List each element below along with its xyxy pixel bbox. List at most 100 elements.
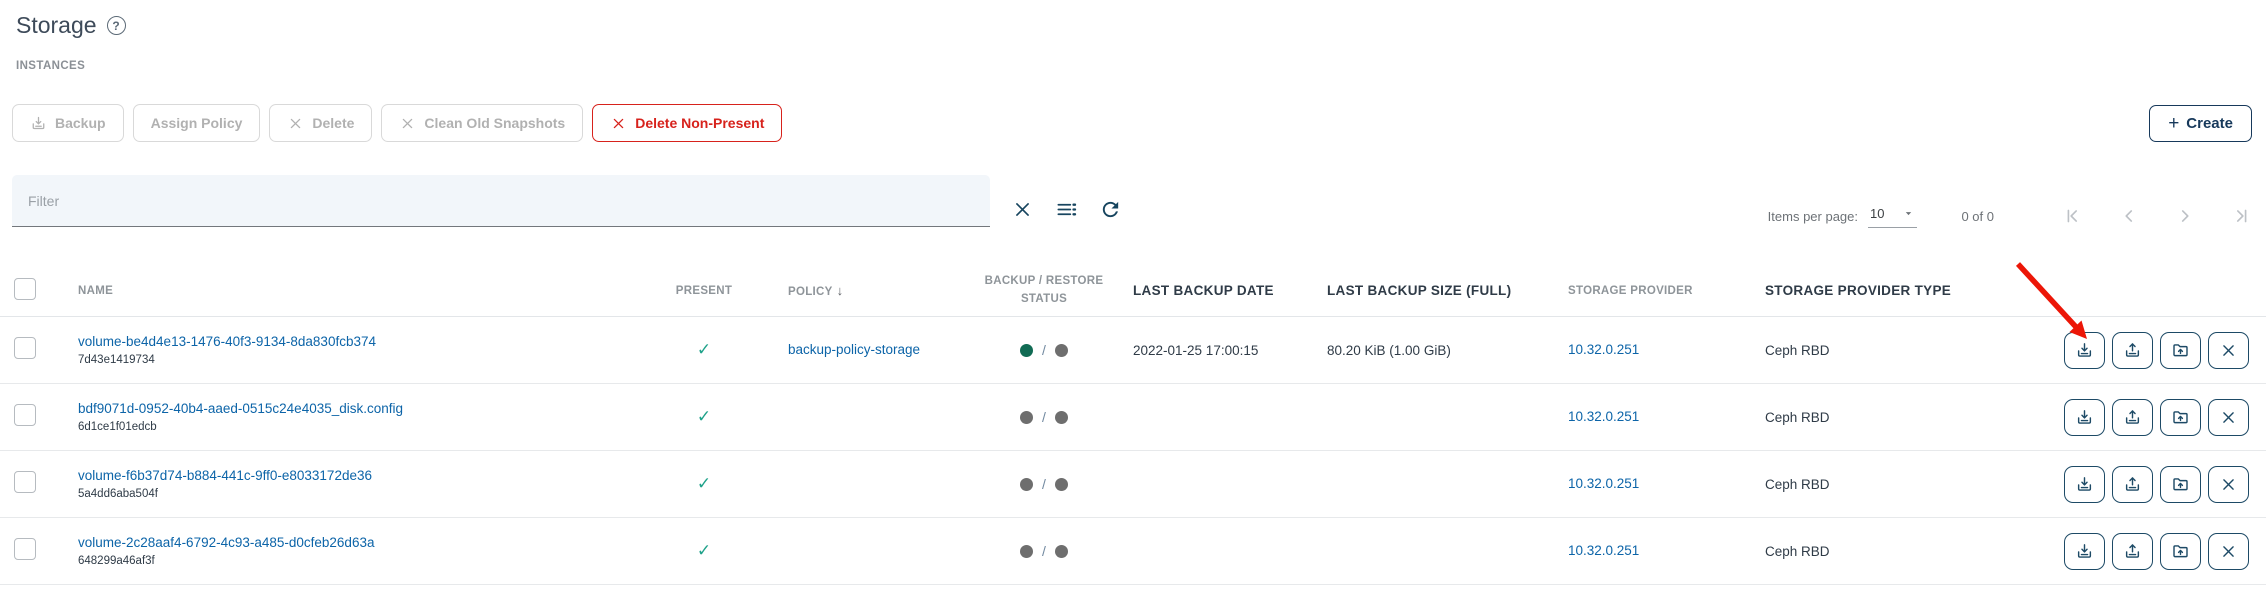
header-status[interactable]: BACKUP / RESTORE STATUS bbox=[969, 273, 1119, 309]
folder-upload-icon bbox=[2171, 341, 2190, 360]
delete-button[interactable] bbox=[2208, 533, 2249, 570]
instances-table: NAME PRESENT POLICY ↓ BACKUP / RESTORE ST… bbox=[0, 265, 2266, 585]
backup-bulk-button[interactable]: Backup bbox=[12, 104, 124, 142]
restore-icon bbox=[2123, 542, 2142, 561]
header-last-backup-size[interactable]: LAST BACKUP SIZE (FULL) bbox=[1314, 283, 1554, 298]
volume-id: 648299a46af3f bbox=[78, 555, 654, 567]
columns-button[interactable] bbox=[1055, 198, 1078, 221]
table-row: bdf9071d-0952-40b4-aaed-0515c24e4035_dis… bbox=[0, 384, 2266, 451]
restore-button[interactable] bbox=[2112, 332, 2153, 369]
filter-input[interactable] bbox=[12, 193, 990, 209]
row-checkbox[interactable] bbox=[14, 404, 36, 426]
sort-desc-icon: ↓ bbox=[837, 283, 844, 298]
header-name[interactable]: NAME bbox=[64, 285, 654, 297]
section-label: INSTANCES bbox=[16, 60, 85, 72]
filter-field bbox=[12, 175, 990, 227]
clear-filter-button[interactable] bbox=[1011, 198, 1034, 221]
restore-from-file-button[interactable] bbox=[2160, 399, 2201, 436]
table-row: volume-f6b37d74-b884-441c-9ff0-e8033172d… bbox=[0, 451, 2266, 518]
page-size-select[interactable]: 10 bbox=[1868, 204, 1917, 228]
backup-icon bbox=[2075, 542, 2094, 561]
restore-button[interactable] bbox=[2112, 466, 2153, 503]
create-button[interactable]: + Create bbox=[2149, 105, 2252, 142]
items-per-page-label: Items per page: bbox=[1768, 209, 1858, 224]
restore-from-file-button[interactable] bbox=[2160, 332, 2201, 369]
assign-policy-button[interactable]: Assign Policy bbox=[133, 104, 261, 142]
header-last-backup-date[interactable]: LAST BACKUP DATE bbox=[1119, 283, 1314, 298]
backup-icon bbox=[30, 115, 47, 132]
restore-from-file-button[interactable] bbox=[2160, 466, 2201, 503]
select-all-checkbox[interactable] bbox=[14, 278, 36, 300]
paginator: Items per page: 10 0 of 0 bbox=[1768, 204, 2252, 228]
first-page-button[interactable] bbox=[2062, 205, 2084, 227]
storage-provider-link[interactable]: 10.32.0.251 bbox=[1568, 342, 1639, 357]
clean-old-snapshots-label: Clean Old Snapshots bbox=[424, 115, 565, 131]
storage-provider-type: Ceph RBD bbox=[1752, 544, 1992, 559]
header-storage-provider-type[interactable]: STORAGE PROVIDER TYPE bbox=[1752, 283, 1992, 298]
header-policy[interactable]: POLICY ↓ bbox=[754, 283, 969, 298]
header-policy-label: POLICY bbox=[788, 286, 833, 298]
backup-status-dot bbox=[1020, 478, 1033, 491]
refresh-button[interactable] bbox=[1099, 198, 1122, 221]
plus-icon: + bbox=[2168, 114, 2179, 133]
volume-name-link[interactable]: volume-f6b37d74-b884-441c-9ff0-e8033172d… bbox=[78, 468, 654, 483]
delete-button[interactable] bbox=[2208, 399, 2249, 436]
backup-status-dot bbox=[1020, 344, 1033, 357]
volume-name-link[interactable]: bdf9071d-0952-40b4-aaed-0515c24e4035_dis… bbox=[78, 401, 654, 416]
next-page-button[interactable] bbox=[2174, 205, 2196, 227]
backup-bulk-label: Backup bbox=[55, 115, 106, 131]
restore-icon bbox=[2123, 475, 2142, 494]
last-page-button[interactable] bbox=[2230, 205, 2252, 227]
last-backup-size: 80.20 KiB (1.00 GiB) bbox=[1314, 343, 1554, 358]
storage-provider-link[interactable]: 10.32.0.251 bbox=[1568, 409, 1639, 424]
last-backup-date: 2022-01-25 17:00:15 bbox=[1119, 343, 1314, 358]
filter-bar bbox=[12, 175, 1122, 227]
restore-button[interactable] bbox=[2112, 533, 2153, 570]
previous-page-button[interactable] bbox=[2118, 205, 2140, 227]
clean-old-snapshots-button[interactable]: Clean Old Snapshots bbox=[381, 104, 583, 142]
help-icon[interactable]: ? bbox=[107, 16, 126, 35]
backup-button[interactable] bbox=[2064, 466, 2105, 503]
x-icon bbox=[2219, 408, 2238, 427]
row-checkbox[interactable] bbox=[14, 337, 36, 359]
backup-status-dot bbox=[1020, 545, 1033, 558]
header-present[interactable]: PRESENT bbox=[654, 285, 754, 297]
backup-button[interactable] bbox=[2064, 332, 2105, 369]
status-separator: / bbox=[1042, 409, 1046, 425]
delete-button[interactable] bbox=[2208, 332, 2249, 369]
policy-link[interactable]: backup-policy-storage bbox=[788, 342, 920, 357]
backup-button[interactable] bbox=[2064, 533, 2105, 570]
volume-name-link[interactable]: volume-2c28aaf4-6792-4c93-a485-d0cfeb26d… bbox=[78, 535, 654, 550]
status-separator: / bbox=[1042, 543, 1046, 559]
volume-id: 7d43e1419734 bbox=[78, 354, 654, 366]
restore-status-dot bbox=[1055, 411, 1068, 424]
row-checkbox[interactable] bbox=[14, 538, 36, 560]
table-row: volume-2c28aaf4-6792-4c93-a485-d0cfeb26d… bbox=[0, 518, 2266, 585]
row-checkbox[interactable] bbox=[14, 471, 36, 493]
page-header: Storage ? bbox=[16, 12, 126, 39]
delete-bulk-button[interactable]: Delete bbox=[269, 104, 372, 142]
restore-button[interactable] bbox=[2112, 399, 2153, 436]
restore-from-file-button[interactable] bbox=[2160, 533, 2201, 570]
toolbar: Backup Assign Policy Delete Clean Old Sn… bbox=[12, 104, 2252, 142]
table-header-row: NAME PRESENT POLICY ↓ BACKUP / RESTORE ST… bbox=[0, 265, 2266, 317]
storage-provider-link[interactable]: 10.32.0.251 bbox=[1568, 543, 1639, 558]
backup-icon bbox=[2075, 341, 2094, 360]
x-icon bbox=[399, 115, 416, 132]
volume-id: 6d1ce1f01edcb bbox=[78, 421, 654, 433]
storage-provider-link[interactable]: 10.32.0.251 bbox=[1568, 476, 1639, 491]
x-icon bbox=[2219, 542, 2238, 561]
folder-upload-icon bbox=[2171, 475, 2190, 494]
storage-provider-type: Ceph RBD bbox=[1752, 410, 1992, 425]
restore-icon bbox=[2123, 408, 2142, 427]
backup-button[interactable] bbox=[2064, 399, 2105, 436]
delete-non-present-label: Delete Non-Present bbox=[635, 115, 764, 131]
volume-name-link[interactable]: volume-be4d4e13-1476-40f3-9134-8da830fcb… bbox=[78, 334, 654, 349]
folder-upload-icon bbox=[2171, 408, 2190, 427]
header-storage-provider[interactable]: STORAGE PROVIDER bbox=[1554, 285, 1752, 297]
first-page-icon bbox=[2062, 205, 2084, 227]
delete-non-present-button[interactable]: Delete Non-Present bbox=[592, 104, 782, 142]
restore-status-dot bbox=[1055, 478, 1068, 491]
present-check-icon: ✓ bbox=[697, 541, 711, 560]
delete-button[interactable] bbox=[2208, 466, 2249, 503]
